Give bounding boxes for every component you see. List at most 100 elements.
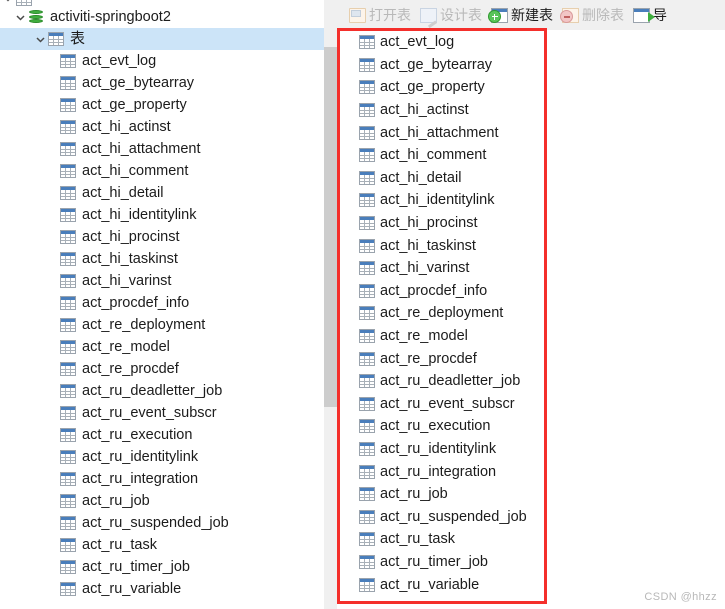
application-window: activiti-springboot2 表 act_evt_log act_ge… — [0, 0, 725, 609]
table-icon — [60, 142, 76, 156]
table-list-item[interactable]: act_ru_task — [351, 528, 571, 551]
tree-vertical-scrollbar[interactable] — [324, 0, 337, 609]
tree-item-table[interactable]: act_ru_integration — [0, 468, 324, 490]
table-icon — [60, 230, 76, 244]
table-list-item[interactable]: act_ru_deadletter_job — [351, 370, 571, 393]
table-icon — [60, 164, 76, 178]
tree-item-label: act_ru_variable — [82, 581, 182, 597]
table-list-item[interactable]: act_ge_bytearray — [351, 54, 571, 77]
tree-item-label: act_ru_integration — [82, 471, 199, 487]
table-list-item[interactable]: act_ru_job — [351, 483, 571, 506]
table-list-item-label: act_hi_detail — [380, 169, 462, 186]
tree-item-table[interactable]: act_re_deployment — [0, 314, 324, 336]
tree-item-table[interactable]: act_ru_event_subscr — [0, 402, 324, 424]
tree-item-table[interactable]: act_hi_identitylink — [0, 204, 324, 226]
tree-item-table[interactable]: act_ge_bytearray — [0, 72, 324, 94]
table-list-item-label: act_ge_property — [380, 79, 485, 96]
table-list-item[interactable]: act_hi_detail — [351, 167, 571, 190]
tree-item-label: act_ru_execution — [82, 427, 193, 443]
chevron-down-icon[interactable] — [12, 6, 28, 28]
tree-item-label: act_ru_deadletter_job — [82, 383, 223, 399]
tree-item-table[interactable]: act_hi_detail — [0, 182, 324, 204]
tree-item-table[interactable]: act_ge_property — [0, 94, 324, 116]
tree-item-label: act_re_procdef — [82, 361, 179, 377]
connection-label: activiti-springboot2 — [50, 9, 171, 25]
table-list-item-label: act_evt_log — [380, 34, 455, 51]
table-icon — [60, 252, 76, 266]
table-icon — [60, 428, 76, 442]
table-list-item-label: act_hi_identitylink — [380, 192, 495, 209]
table-list-item[interactable]: act_re_deployment — [351, 302, 571, 325]
design-table-icon — [420, 7, 437, 23]
table-icon — [359, 35, 375, 50]
tree-item-table[interactable]: act_hi_taskinst — [0, 248, 324, 270]
tree-item-table[interactable]: act_hi_comment — [0, 160, 324, 182]
toolbar-item-label: 打开表 — [369, 7, 411, 23]
tree-item-label: act_re_deployment — [82, 317, 206, 333]
table-list-item[interactable]: act_ru_event_subscr — [351, 393, 571, 416]
object-list-panel: 打开表 设计表 新建表 删除表 导 act_evt_log act_ge_bytearra… — [337, 0, 725, 609]
table-list-item[interactable]: act_re_procdef — [351, 347, 571, 370]
table-icon — [359, 554, 375, 569]
tree-item-label: act_hi_identitylink — [82, 207, 197, 223]
tree-item-table[interactable]: act_ru_job — [0, 490, 324, 512]
table-list-item[interactable]: act_ru_variable — [351, 573, 571, 596]
tree-item-table[interactable]: act_ru_identitylink — [0, 446, 324, 468]
design-table-button: 设计表 — [420, 5, 482, 25]
tree-item-table[interactable]: act_procdef_info — [0, 292, 324, 314]
tree-item-table[interactable]: act_ru_timer_job — [0, 556, 324, 578]
table-list-item[interactable]: act_ge_property — [351, 76, 571, 99]
tree-item-table[interactable]: act_re_procdef — [0, 358, 324, 380]
table-icon — [359, 396, 375, 411]
table-list-item[interactable]: act_hi_comment — [351, 144, 571, 167]
table-icon — [60, 472, 76, 486]
table-list-item[interactable]: act_hi_procinst — [351, 212, 571, 235]
tree-item-table[interactable]: act_hi_attachment — [0, 138, 324, 160]
table-list-item[interactable]: act_ru_execution — [351, 415, 571, 438]
chevron-down-icon[interactable] — [32, 28, 48, 50]
tree-item-table[interactable]: act_evt_log — [0, 50, 324, 72]
table-list-item[interactable]: act_hi_actinst — [351, 99, 571, 122]
table-icon — [359, 374, 375, 389]
table-list-item[interactable]: act_hi_attachment — [351, 121, 571, 144]
table-toolbar: 打开表 设计表 新建表 删除表 导 — [337, 0, 725, 30]
table-list-item[interactable]: act_hi_taskinst — [351, 234, 571, 257]
table-icon — [60, 98, 76, 112]
table-icon — [359, 193, 375, 208]
open-table-icon — [349, 7, 366, 23]
tree-item-table[interactable]: act_ru_deadletter_job — [0, 380, 324, 402]
table-list-item-label: act_ru_execution — [380, 418, 491, 435]
table-list-item[interactable]: act_ru_integration — [351, 460, 571, 483]
tree-item-table[interactable]: act_ru_suspended_job — [0, 512, 324, 534]
table-icon — [359, 532, 375, 547]
tree-item-table[interactable]: act_re_model — [0, 336, 324, 358]
tree-item-connection[interactable]: activiti-springboot2 — [0, 6, 324, 28]
new-table-button[interactable]: 新建表 — [488, 5, 553, 25]
tree-item-table[interactable]: act_ru_variable — [0, 578, 324, 600]
table-list-item[interactable]: act_ru_suspended_job — [351, 505, 571, 528]
table-list-item-label: act_hi_taskinst — [380, 237, 476, 254]
tree-item-label: act_evt_log — [82, 53, 157, 69]
table-list-item-label: act_ru_variable — [380, 576, 480, 593]
table-icon — [359, 577, 375, 592]
import-icon — [633, 7, 655, 23]
tree-item-table[interactable]: act_ru_task — [0, 534, 324, 556]
tree-item-table[interactable]: act_ru_execution — [0, 424, 324, 446]
table-list-item[interactable]: act_evt_log — [351, 31, 571, 54]
table-icon — [60, 274, 76, 288]
table-list-item[interactable]: act_re_model — [351, 325, 571, 348]
table-list-item[interactable]: act_hi_identitylink — [351, 189, 571, 212]
table-list-item[interactable]: act_hi_varinst — [351, 257, 571, 280]
table-list-item[interactable]: act_ru_timer_job — [351, 551, 571, 574]
table-list-item-label: act_ru_integration — [380, 463, 497, 480]
tree-item-table[interactable]: act_hi_varinst — [0, 270, 324, 292]
table-list-item[interactable]: act_procdef_info — [351, 280, 571, 303]
tree-item-tables-node[interactable]: 表 — [0, 28, 337, 50]
table-list-item[interactable]: act_ru_identitylink — [351, 438, 571, 461]
scrollbar-thumb[interactable] — [324, 47, 337, 407]
table-list-item-label: act_hi_attachment — [380, 124, 499, 141]
import-button[interactable]: 导 — [633, 5, 667, 25]
table-list-item-label: act_procdef_info — [380, 282, 488, 299]
tree-item-table[interactable]: act_hi_actinst — [0, 116, 324, 138]
tree-item-table[interactable]: act_hi_procinst — [0, 226, 324, 248]
